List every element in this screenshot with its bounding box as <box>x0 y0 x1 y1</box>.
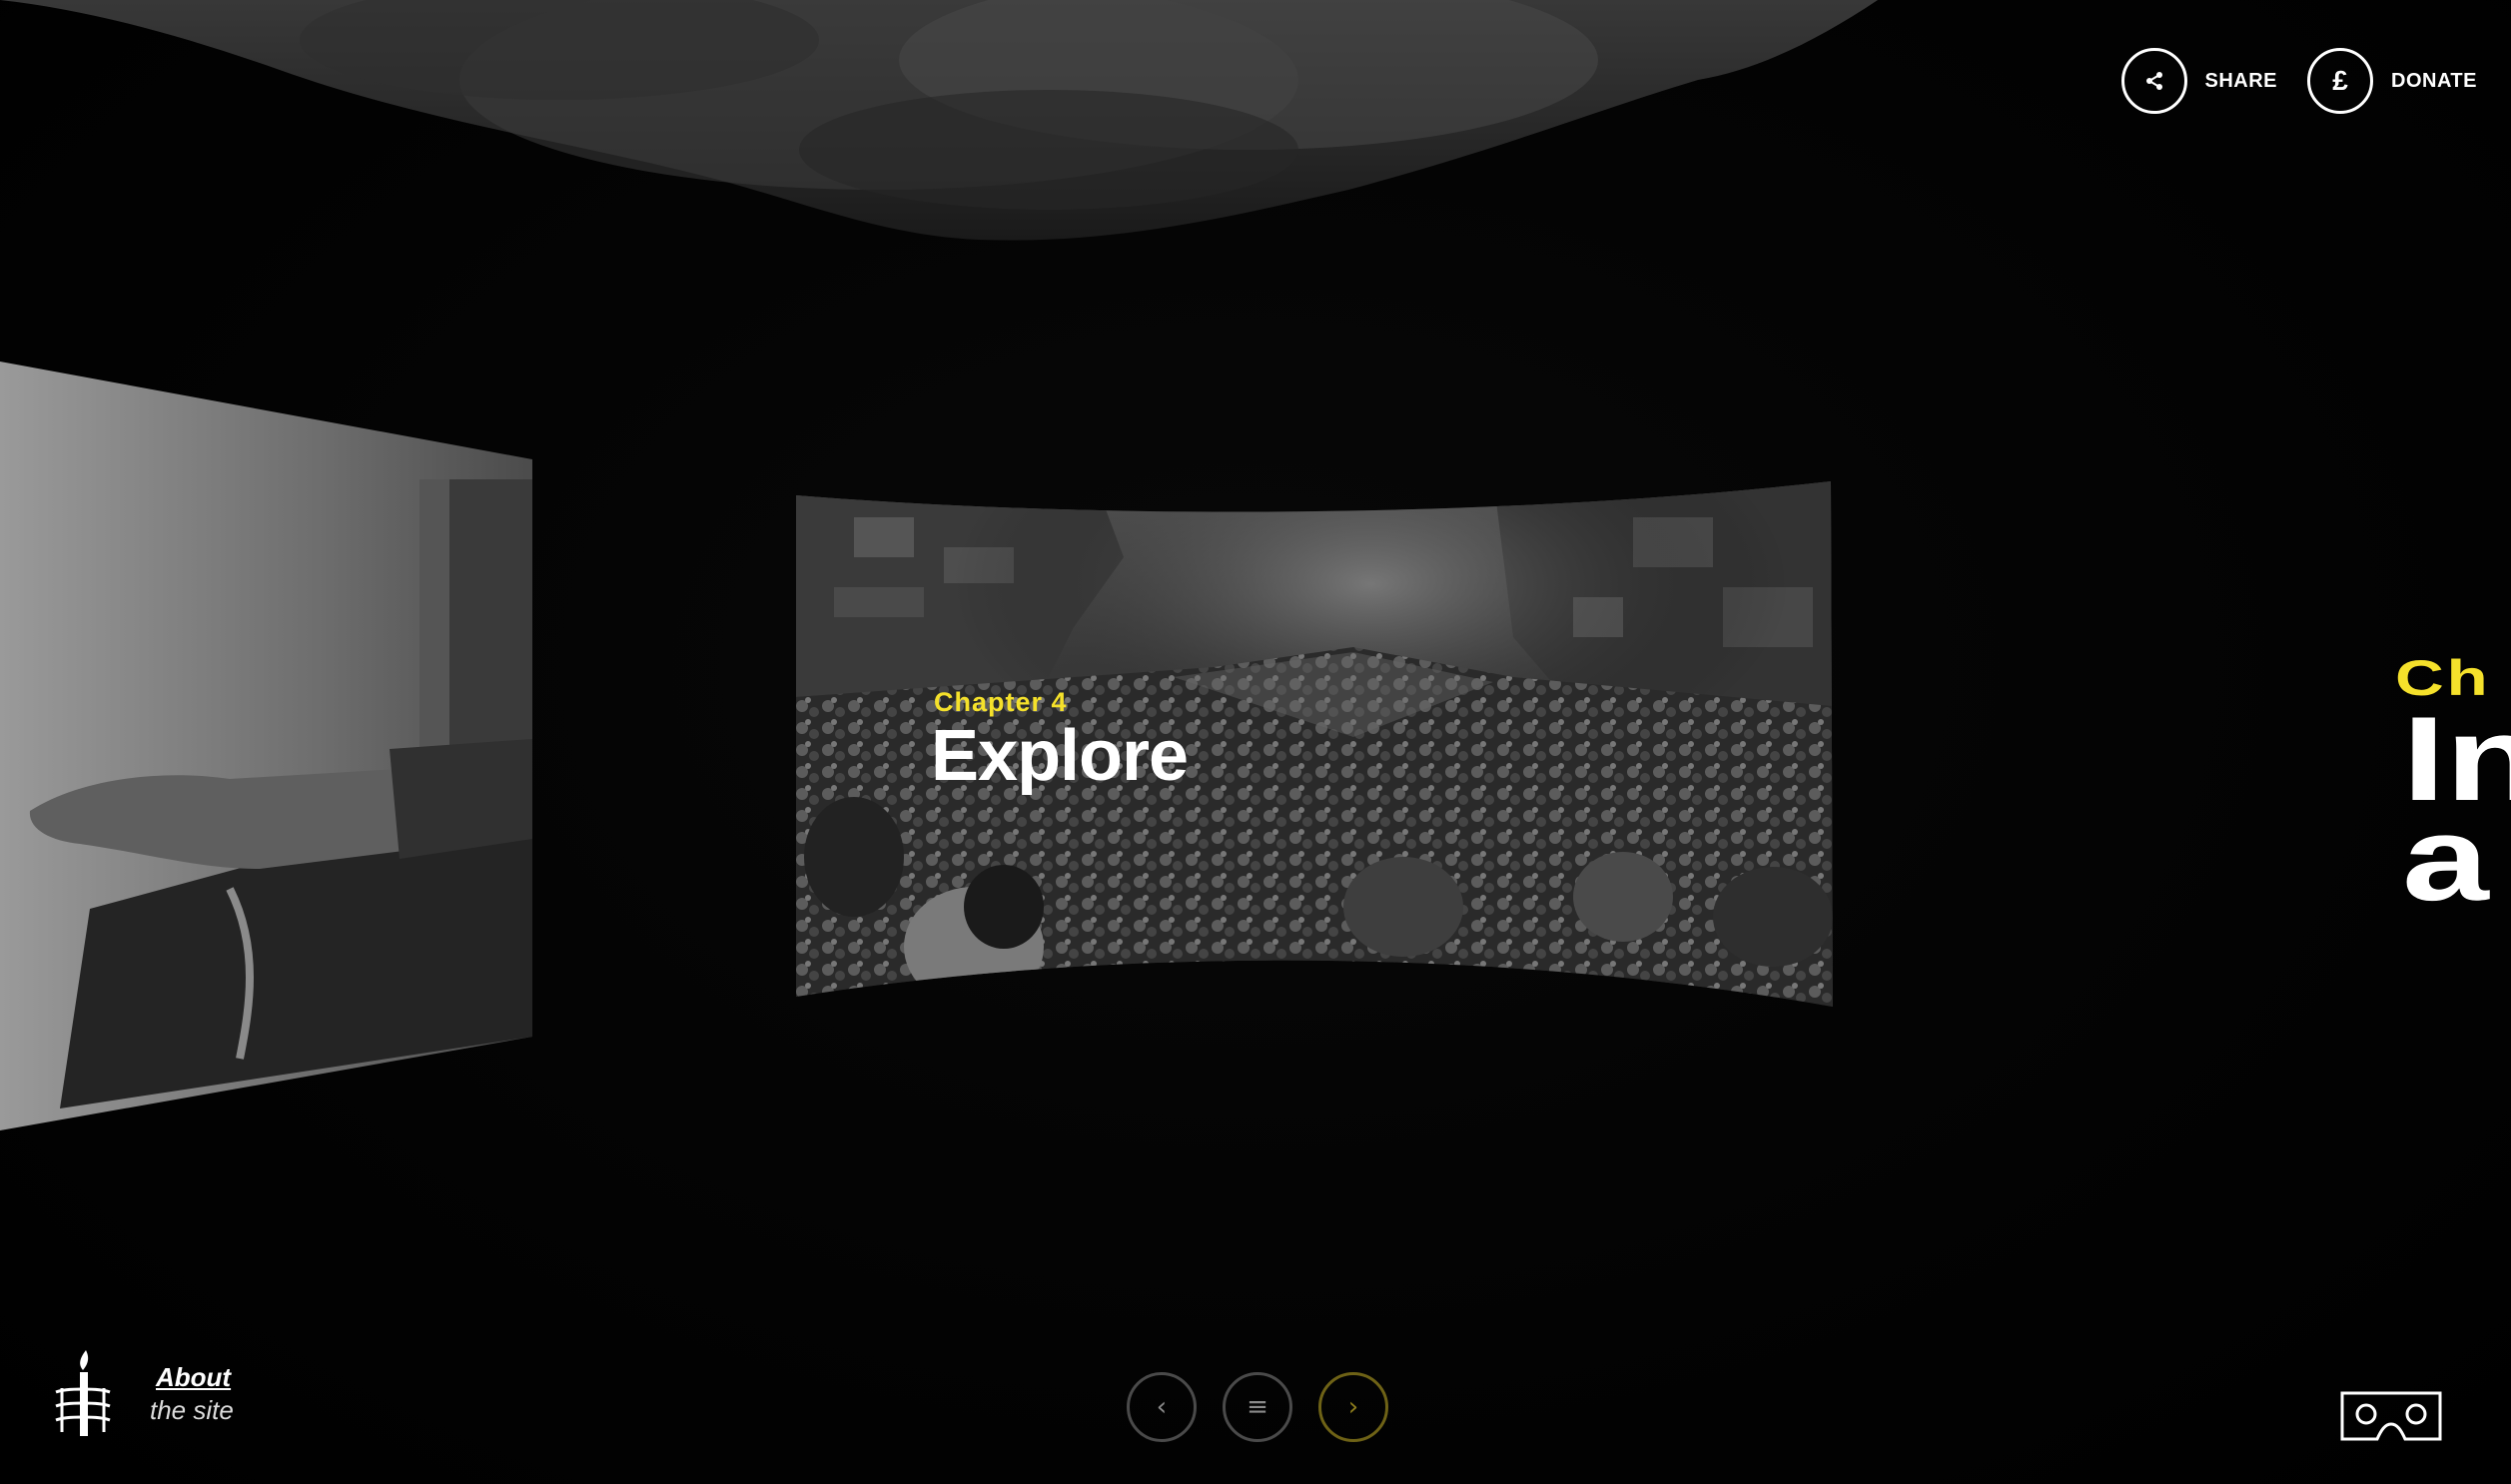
previous-button[interactable]: ‹ <box>1127 1372 1197 1442</box>
vr-gallery-stage[interactable]: Chapter 4 Explore Ch In a SHARE £ DONATE <box>0 0 2511 1484</box>
about-link[interactable]: About the site <box>150 1362 234 1426</box>
menu-button[interactable]: ≡ <box>1223 1372 1292 1442</box>
header-actions: SHARE £ DONATE <box>2120 48 2477 114</box>
share-label[interactable]: SHARE <box>2205 70 2278 93</box>
donate-button[interactable]: £ DONATE <box>2307 48 2477 114</box>
share-button[interactable]: SHARE <box>2120 48 2278 114</box>
chapter-label: Chapter 4 <box>934 687 1068 717</box>
chevron-right-icon: › <box>1347 1392 1359 1422</box>
amnesty-candle-icon[interactable] <box>50 1348 116 1440</box>
next-button[interactable]: › <box>1318 1372 1388 1442</box>
hand-photo-image <box>0 362 532 1130</box>
pound-symbol: £ <box>2332 65 2348 96</box>
menu-icon: ≡ <box>1247 1392 1268 1422</box>
share-icon[interactable] <box>2120 48 2187 114</box>
right-chapter-title-line2[interactable]: a <box>2402 799 2489 919</box>
left-chapter-panel[interactable] <box>0 350 539 1138</box>
chapter-navigation: ‹ ≡ › <box>1127 1372 1388 1442</box>
chevron-left-icon: ‹ <box>1156 1392 1168 1422</box>
about-title[interactable]: About <box>156 1362 234 1393</box>
vr-headset-icon[interactable] <box>2339 1390 2443 1442</box>
about-subtitle: the site <box>150 1395 234 1425</box>
donate-label[interactable]: DONATE <box>2391 70 2477 93</box>
chapter-title[interactable]: Explore <box>931 715 1189 797</box>
pound-icon[interactable]: £ <box>2307 48 2374 114</box>
